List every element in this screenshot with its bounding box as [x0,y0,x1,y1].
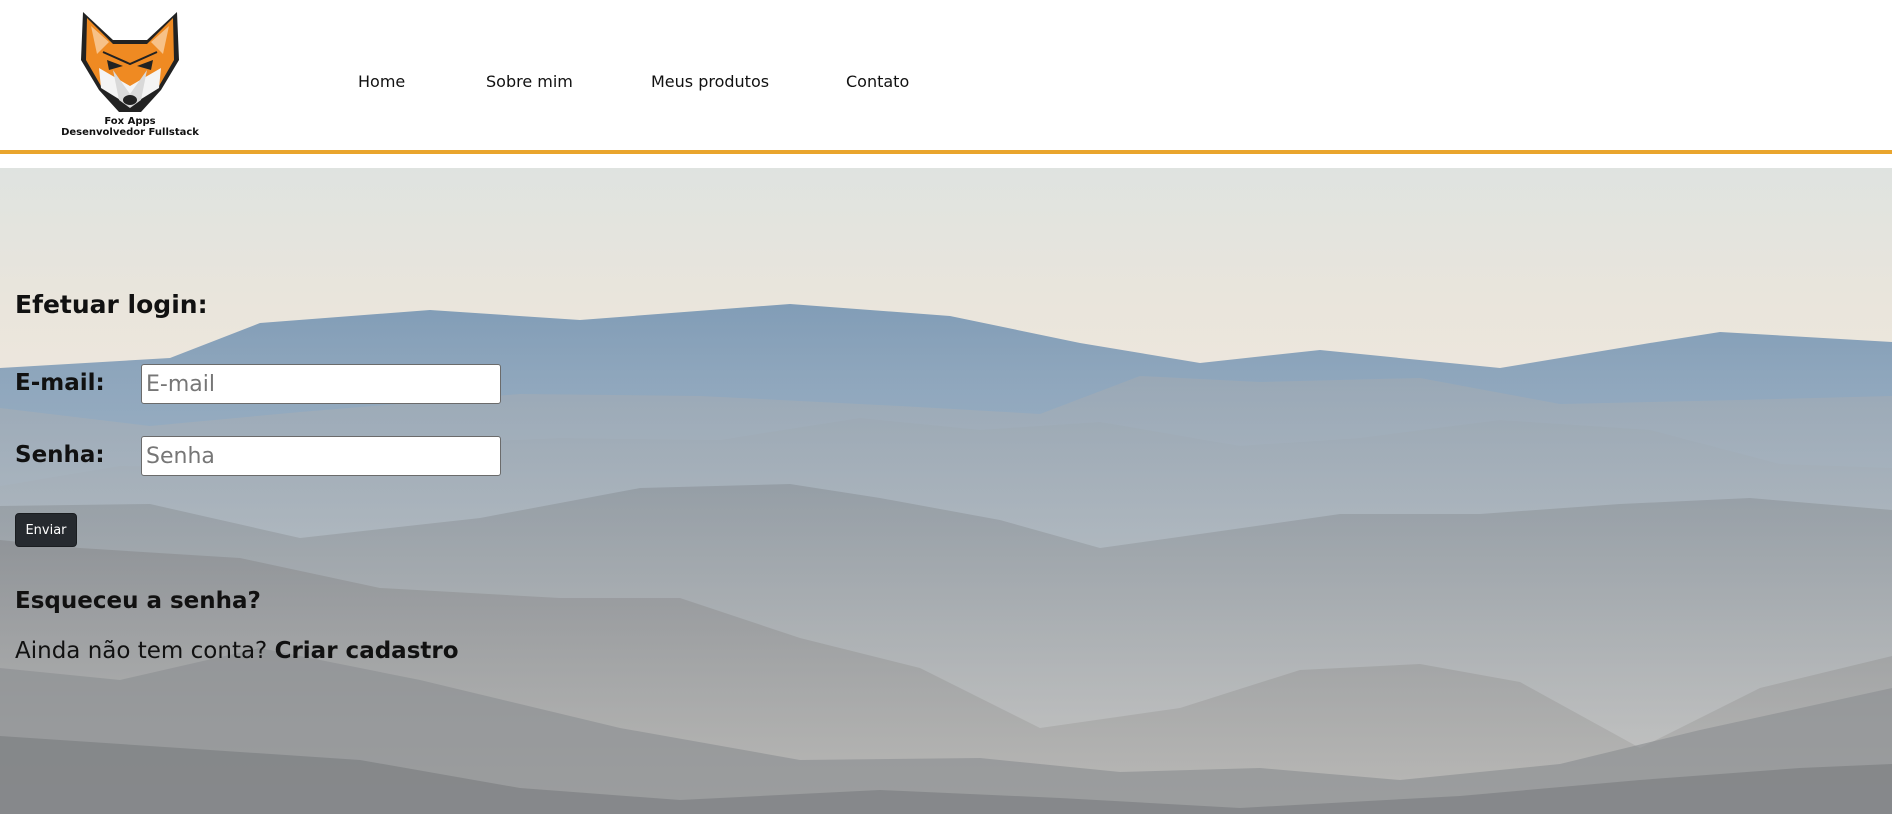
nav-contact-link[interactable]: Contato [846,72,909,91]
login-title: Efetuar login: [15,290,208,319]
signup-prompt: Ainda não tem conta? [15,638,268,664]
submit-button[interactable]: Enviar [15,513,77,547]
site-logo[interactable]: Fox Apps Desenvolvedor Fullstack [56,8,204,142]
hero-background [0,168,1892,814]
forgot-password-link[interactable]: Esqueceu a senha? [15,588,261,614]
logo-name: Fox Apps [104,116,156,127]
logo-tagline: Desenvolvedor Fullstack [61,127,199,138]
nav-home-link[interactable]: Home [358,72,405,91]
signup-prompt-line: Ainda não tem conta? Criar cadastro [15,638,459,664]
nav-products-link[interactable]: Meus produtos [651,72,769,91]
fox-head-icon [81,12,179,112]
email-field[interactable] [141,364,501,404]
mountain-landscape [0,168,1892,814]
site-header: Fox Apps Desenvolvedor Fullstack Home So… [0,0,1892,154]
signup-link[interactable]: Criar cadastro [275,638,459,664]
password-field[interactable] [141,436,501,476]
password-label: Senha: [15,442,105,468]
nav-about-link[interactable]: Sobre mim [486,72,573,91]
email-label: E-mail: [15,370,105,396]
